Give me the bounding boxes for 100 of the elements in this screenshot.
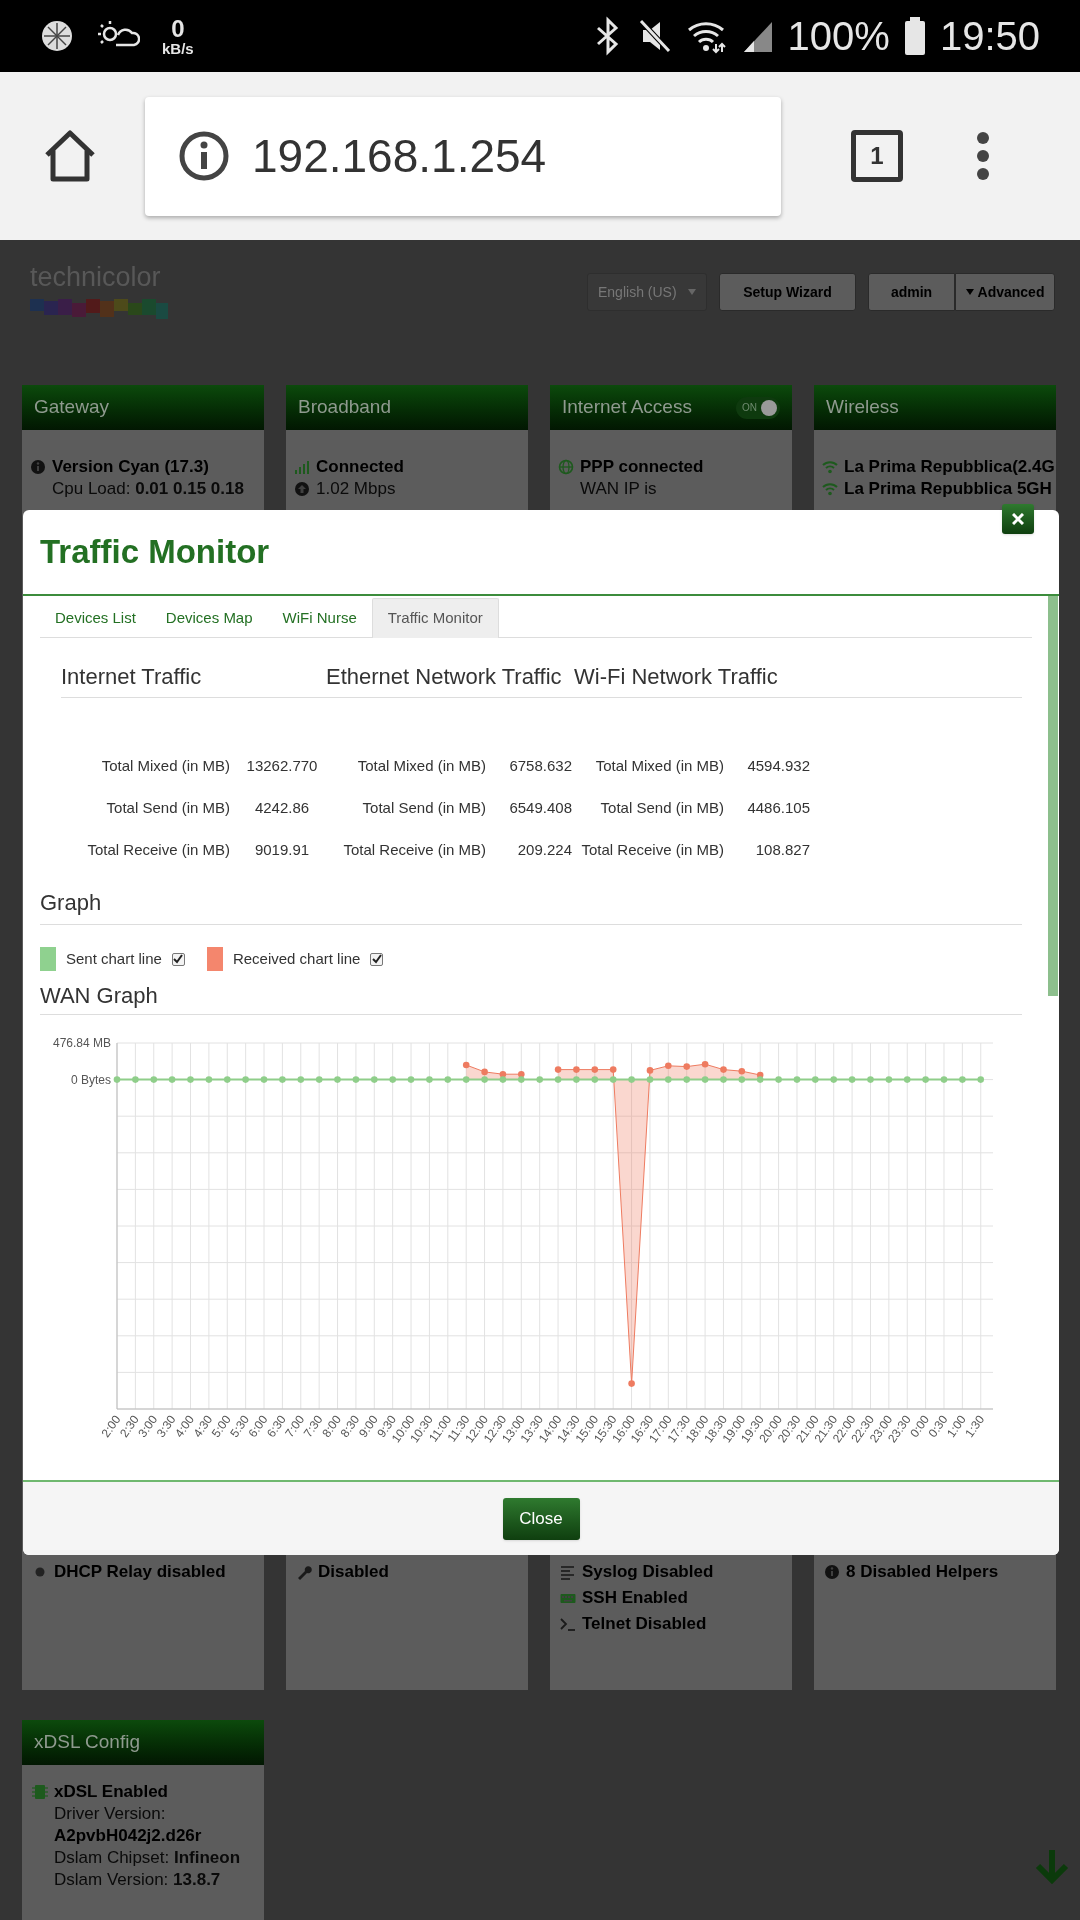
scrollbar[interactable] <box>1048 596 1058 996</box>
clock-time: 19:50 <box>939 16 1040 56</box>
caret-icon <box>688 289 696 295</box>
tab-count-button[interactable]: 1 <box>851 130 903 182</box>
data-point <box>683 1076 690 1083</box>
tab[interactable]: WiFi Nurse <box>267 598 372 638</box>
data-point <box>812 1076 819 1083</box>
status-text: Dslam Version: 13.8.7 <box>54 1869 221 1891</box>
wifi-icon <box>822 459 838 475</box>
menu-icon[interactable] <box>976 131 990 181</box>
data-point <box>683 1063 690 1070</box>
data-point <box>775 1076 782 1083</box>
data-point <box>591 1076 599 1083</box>
network-speed-unit: kB/s <box>162 40 194 56</box>
data-point <box>573 1076 580 1083</box>
stat-label: Total Receive (in MB) <box>86 839 230 860</box>
stat-value: 4242.86 <box>253 797 311 818</box>
stat-value: 9019.91 <box>253 839 311 860</box>
status-text: Disabled <box>318 1561 389 1583</box>
close-button[interactable]: Close <box>502 1497 580 1540</box>
address-bar[interactable]: 192.168.1.254 <box>145 96 781 216</box>
checkbox[interactable] <box>370 952 384 966</box>
data-point <box>977 1076 984 1083</box>
data-point <box>665 1076 672 1083</box>
stat-value: 4486.105 <box>746 797 810 818</box>
data-point <box>554 1066 562 1073</box>
network-speed-value: 0 <box>171 16 185 41</box>
close-icon <box>1012 513 1024 525</box>
data-point <box>573 1066 580 1073</box>
status-text: 1.02 Mbps <box>316 478 396 500</box>
status-text: Telnet Disabled <box>582 1613 707 1635</box>
data-point <box>168 1076 176 1083</box>
status-text: La Prima Repubblica(2.4G <box>844 456 1055 478</box>
wifi-icon <box>822 481 838 497</box>
home-icon[interactable] <box>43 129 97 183</box>
legend-label: Sent chart line <box>66 948 162 969</box>
card-title: xDSL Config <box>34 1730 140 1755</box>
status-text: A2pvbH042j2.d26r <box>54 1825 202 1847</box>
data-point <box>922 1076 929 1083</box>
signal-bars-icon <box>294 459 310 475</box>
data-point <box>609 1066 617 1073</box>
url-text: 192.168.1.254 <box>252 128 547 184</box>
data-point <box>407 1076 415 1083</box>
data-point <box>793 1076 801 1083</box>
data-point <box>205 1076 213 1083</box>
language-value: English (US) <box>598 282 677 302</box>
status-text: DHCP Relay disabled <box>54 1561 226 1583</box>
data-point <box>150 1076 158 1083</box>
data-point <box>830 1076 837 1083</box>
data-point <box>462 1061 470 1069</box>
data-point <box>389 1076 396 1083</box>
toggle-switch[interactable]: ON <box>736 396 780 419</box>
data-point <box>352 1076 360 1083</box>
data-point <box>224 1076 231 1083</box>
caret-icon <box>965 289 974 295</box>
stat-value: 209.224 <box>516 839 572 860</box>
mute-icon <box>637 18 672 54</box>
axis-label: 0 Bytes <box>70 1072 111 1087</box>
axis-label: 476.84 MB <box>52 1036 111 1050</box>
card-title: Gateway <box>34 395 109 420</box>
stat-value: 6549.408 <box>508 797 572 818</box>
data-point <box>444 1076 452 1083</box>
checkbox[interactable] <box>171 952 185 966</box>
data-point <box>848 1076 856 1083</box>
data-point <box>646 1067 654 1074</box>
chip-icon <box>32 1784 48 1800</box>
status-text: xDSL Enabled <box>54 1781 168 1803</box>
card-title: Broadband <box>298 395 391 420</box>
status-text: 8 Disabled Helpers <box>846 1561 999 1583</box>
data-point <box>132 1076 139 1083</box>
data-point <box>628 1076 635 1083</box>
stat-value: 108.827 <box>754 839 810 860</box>
data-point <box>260 1076 268 1083</box>
battery-icon <box>903 16 926 56</box>
tab[interactable]: Devices Map <box>150 598 268 638</box>
tab[interactable]: Traffic Monitor <box>371 598 499 638</box>
tab[interactable]: Devices List <box>40 598 151 638</box>
data-point <box>297 1076 305 1083</box>
stat-label: Total Send (in MB) <box>361 797 486 818</box>
info-icon <box>178 130 230 182</box>
battery-percent: 100% <box>787 16 890 56</box>
terminal-icon <box>560 1616 576 1632</box>
data-point <box>720 1066 727 1073</box>
status-text: Dslam Chipset: Infineon <box>54 1847 241 1869</box>
data-point <box>591 1066 599 1073</box>
status-text: Driver Version: <box>54 1803 166 1825</box>
stat-value: 13262.770 <box>245 755 319 776</box>
stat-label: Total Receive (in MB) <box>580 839 724 860</box>
data-point <box>885 1076 893 1083</box>
section-heading: Ethernet Network Traffic <box>326 663 563 691</box>
data-point <box>279 1076 286 1083</box>
stat-label: Total Mixed (in MB) <box>356 755 486 776</box>
close-icon-button[interactable] <box>1002 504 1034 534</box>
info-icon <box>824 1564 840 1580</box>
section-heading: Wi-Fi Network Traffic <box>574 663 778 691</box>
status-text: Version Cyan (17.3) <box>52 456 209 478</box>
data-point <box>334 1076 341 1083</box>
stat-label: Total Mixed (in MB) <box>594 755 724 776</box>
info-icon <box>30 459 46 475</box>
status-text: WAN IP is <box>580 478 657 500</box>
